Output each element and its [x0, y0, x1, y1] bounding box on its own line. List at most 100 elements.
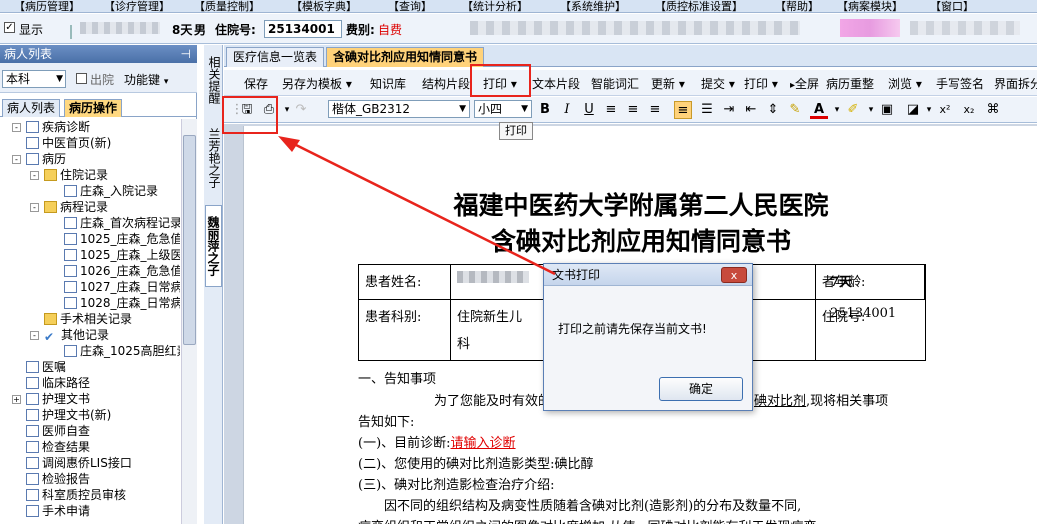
dialog-close-button[interactable]: x: [721, 267, 747, 283]
menu-qc-standard[interactable]: 【质控标准设置】: [655, 0, 743, 12]
diagnosis-input[interactable]: 请输入诊断: [451, 436, 516, 451]
superscript-icon[interactable]: x²: [936, 101, 954, 119]
annotation-arrow: [278, 136, 556, 276]
tree-item[interactable]: 临床路径: [26, 375, 90, 391]
text-fragment-button[interactable]: 文本片段: [532, 75, 580, 92]
tree-expander[interactable]: -: [12, 155, 21, 164]
menu-system[interactable]: 【系统维护】: [560, 0, 626, 12]
tree-item[interactable]: 1026_庄森_危急值: [64, 263, 180, 279]
menu-treatment-mgmt[interactable]: 【诊疗管理】: [104, 0, 170, 12]
discharged-checkbox[interactable]: [76, 73, 87, 84]
tree-item[interactable]: 1027_庄森_日常病: [64, 279, 180, 295]
tab-related-reminders[interactable]: 相关提醒: [205, 49, 222, 111]
fee-value: 自费: [378, 23, 403, 37]
list-icon[interactable]: ☰: [698, 101, 716, 119]
tree-item[interactable]: ✔ 其他记录: [44, 327, 109, 343]
align-right-icon[interactable]: ≡: [646, 101, 664, 119]
justify-icon[interactable]: ≡: [674, 101, 692, 119]
save-as-template-button[interactable]: 另存为模板 ▾: [282, 75, 352, 92]
tree-item[interactable]: 中医首页(新): [26, 135, 111, 151]
tree-item[interactable]: 护理文书: [26, 391, 90, 407]
font-family-select[interactable]: 楷体_GB2312 ▼: [328, 100, 470, 118]
split-view-button[interactable]: 界面拆分: [994, 75, 1037, 92]
tree-item[interactable]: 医嘱: [26, 359, 66, 375]
dept-select[interactable]: 本科 ▼: [2, 70, 66, 88]
tree-item[interactable]: 庄森_首次病程记录: [64, 215, 180, 231]
tab-consent-form[interactable]: 含碘对比剂应用知情同意书: [326, 47, 485, 67]
browse-button[interactable]: 浏览 ▾: [888, 75, 922, 92]
tree-item[interactable]: 病程记录: [44, 199, 108, 215]
tree-expander[interactable]: -: [30, 171, 39, 180]
line-spacing-icon[interactable]: ⇕: [764, 101, 782, 119]
doc-icon: [26, 425, 39, 437]
submit-button[interactable]: 提交 ▾: [701, 75, 735, 92]
tree-item[interactable]: 1025_庄森_危急值: [64, 231, 180, 247]
italic-icon[interactable]: I: [558, 101, 576, 119]
tree-item[interactable]: 调阅惠侨LIS接口: [26, 455, 132, 471]
menu-window[interactable]: 【窗口】: [930, 0, 974, 12]
tree-expander[interactable]: -: [30, 331, 39, 340]
update-button[interactable]: 更新 ▾: [651, 75, 685, 92]
tree-expander[interactable]: +: [12, 395, 21, 404]
tab-patient-lanfangyan[interactable]: 兰芳艳之子: [205, 117, 222, 199]
subscript-icon[interactable]: x₂: [960, 101, 978, 119]
align-center-icon[interactable]: ≡: [624, 101, 642, 119]
show-checkbox[interactable]: ✓: [4, 22, 15, 33]
tree-expander[interactable]: -: [12, 123, 21, 132]
outdent-icon[interactable]: ⇤: [742, 101, 760, 119]
tree-item[interactable]: 检查结果: [26, 439, 90, 455]
underline-icon[interactable]: U: [580, 101, 598, 119]
scrollbar-thumb[interactable]: [183, 135, 196, 345]
tree-item[interactable]: 庄森_入院记录: [64, 183, 158, 199]
tree-item[interactable]: 医师自查: [26, 423, 90, 439]
dialog-ok-button[interactable]: 确定: [659, 377, 743, 401]
redo-icon[interactable]: ↷: [292, 101, 310, 119]
menu-quality-control[interactable]: 【质量控制】: [194, 0, 260, 12]
tab-record-ops[interactable]: 病历操作: [64, 99, 123, 117]
handwrite-sign-button[interactable]: 手写签名: [936, 75, 984, 92]
tree-item[interactable]: 手术相关记录: [44, 311, 132, 327]
menu-record-mgmt[interactable]: 【病历管理】: [14, 0, 80, 12]
special-char-icon[interactable]: ⌘: [984, 101, 1002, 119]
tab-patient-list[interactable]: 病人列表: [2, 99, 61, 117]
tree-item[interactable]: 护理文书(新): [26, 407, 111, 423]
tab-medical-overview[interactable]: 医疗信息一览表: [226, 47, 325, 67]
bold-icon[interactable]: B: [536, 101, 554, 119]
font-color-icon[interactable]: A: [810, 101, 828, 119]
fullscreen-button[interactable]: ▸全屏: [790, 75, 819, 92]
tree-item[interactable]: 科室质控员审核: [26, 487, 126, 503]
tree-item[interactable]: 住院记录: [44, 167, 108, 183]
highlight-icon[interactable]: ✐: [844, 101, 862, 119]
function-key-button[interactable]: 功能键 ▾: [124, 71, 168, 88]
menu-help[interactable]: 【帮助】: [775, 0, 819, 12]
knowledge-base-button[interactable]: 知识库: [370, 75, 406, 92]
insert-image-icon[interactable]: ▣: [878, 101, 896, 119]
tree-item[interactable]: 疾病诊断: [26, 119, 90, 135]
tree-item[interactable]: 手术申请: [26, 503, 90, 519]
print-button[interactable]: 打印 ▾: [744, 75, 778, 92]
structure-fragment-button[interactable]: 结构片段: [422, 75, 470, 92]
tree-item[interactable]: 病历: [26, 151, 66, 167]
save-button[interactable]: 保存: [244, 75, 268, 92]
menu-statistics[interactable]: 【统计分析】: [462, 0, 528, 12]
font-size-select[interactable]: 小四 ▼: [474, 100, 532, 118]
format-painter-icon[interactable]: ✎: [786, 101, 804, 119]
record-reorg-button[interactable]: 病历重整: [826, 75, 874, 92]
tree-scrollbar[interactable]: [181, 119, 197, 524]
chevron-down-icon: ▼: [459, 104, 466, 114]
tree-item[interactable]: 1028_庄森_日常病: [64, 295, 180, 311]
menu-template-dict[interactable]: 【模板字典】: [291, 0, 357, 12]
pin-icon[interactable]: ⊣: [181, 45, 191, 63]
indent-icon[interactable]: ⇥: [720, 101, 738, 119]
doc-icon: [64, 185, 77, 197]
smart-vocab-button[interactable]: 智能词汇: [591, 75, 639, 92]
menu-case-module[interactable]: 【病案模块】: [837, 0, 903, 12]
menu-query[interactable]: 【查询】: [388, 0, 432, 12]
align-left-icon[interactable]: ≡: [602, 101, 620, 119]
tab-patient-weiliping[interactable]: 魏丽萍之子: [205, 205, 222, 287]
tree-expander[interactable]: -: [30, 203, 39, 212]
annotation-box-print: [470, 64, 531, 97]
tree-item[interactable]: 庄森_1025高胆红素: [64, 343, 180, 359]
tree-item[interactable]: 检验报告: [26, 471, 90, 487]
tree-item[interactable]: 1025_庄森_上级医: [64, 247, 180, 263]
